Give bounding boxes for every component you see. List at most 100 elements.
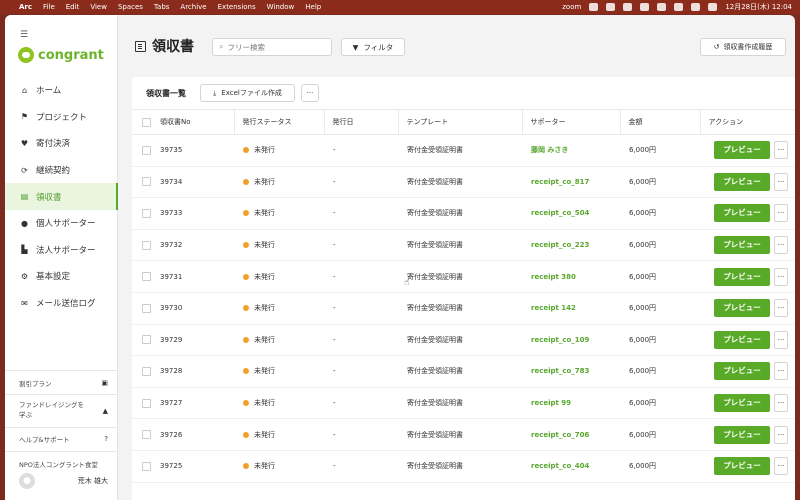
sidebar-item-person[interactable]: ● 個人サポーター [5,210,118,237]
table-row[interactable]: 39725 未発行 - 寄付金受領証明書 receipt_co_404 6,000円 プレビ… [132,450,795,483]
table-row[interactable]: 39734 未発行 - 寄付金受領証明書 receipt_co_817 6,000円 プレビ… [132,166,795,199]
supporter-link[interactable]: receipt_co_706 [531,431,589,439]
row-checkbox[interactable] [141,303,151,313]
column-header[interactable]: 領収書No [160,109,234,135]
supporter-link[interactable]: receipt_co_783 [531,367,589,375]
filter-button[interactable]: ▼ フィルタ [341,38,405,56]
row-more-button[interactable]: ··· [774,267,788,286]
row-checkbox[interactable] [141,177,151,187]
column-header[interactable]: 金額 [619,109,700,135]
table-row[interactable]: 39733 未発行 - 寄付金受領証明書 receipt_co_504 6,000円 プレビ… [132,197,795,230]
logo[interactable]: congrant [18,47,104,63]
row-more-button[interactable]: ··· [774,204,788,223]
table-row[interactable]: 39728 未発行 - 寄付金受領証明書 receipt_co_783 6,000円 プレビ… [132,355,795,388]
supporter-link[interactable]: receipt_co_404 [531,462,589,470]
sidebar-item-gear[interactable]: ⚙ 基本設定 [5,263,118,290]
row-more-button[interactable]: ··· [774,141,788,160]
supporter-link[interactable]: receipt 99 [531,399,571,407]
excel-export-button[interactable]: ⤓ Excelファイル作成 [200,84,295,102]
row-checkbox[interactable] [141,461,151,471]
preview-button[interactable]: プレビュー [714,457,770,476]
preview-button[interactable]: プレビュー [714,362,770,381]
column-header[interactable]: 発行ステータス [233,109,324,135]
sidebar-item-receipt[interactable]: ▤ 領収書 [5,183,118,210]
fundraising-link[interactable]: ファンドレイジングを学ぶ ▲ [5,394,118,427]
menu-item-window[interactable]: Window [267,3,295,11]
menu-item-edit[interactable]: Edit [66,3,80,11]
search-input[interactable] [227,42,323,52]
supporter-link[interactable]: receipt 380 [531,273,576,281]
hamburger-menu-icon[interactable]: ☰ [20,30,28,40]
menubar-clock[interactable]: 12月28日(木) 12:04 [725,2,792,12]
table-row[interactable]: 39731 未発行 - 寄付金受領証明書 receipt 380 6,000円 プレビュー ·… [132,260,795,293]
sidebar-item-home[interactable]: ⌂ ホーム [5,77,118,104]
column-header[interactable]: 発行日 [323,109,398,135]
row-checkbox[interactable] [141,398,151,408]
account-info[interactable]: NPO法人コングラント食堂 ● 荒木 雄大 [5,450,118,489]
row-more-button[interactable]: ··· [774,330,788,349]
preview-button[interactable]: プレビュー [714,299,770,318]
preview-button[interactable]: プレビュー [714,204,770,223]
tray-icon[interactable] [674,3,684,11]
supporter-link[interactable]: receipt_co_817 [531,178,589,186]
supporter-link[interactable]: receipt_co_504 [531,209,589,217]
column-header[interactable]: アクション [699,109,795,135]
menu-item-help[interactable]: Help [305,3,321,11]
sidebar-item-refresh[interactable]: ⟳ 継続契約 [5,157,118,184]
menu-item-view[interactable]: View [90,3,107,11]
row-checkbox[interactable] [141,272,151,282]
table-row[interactable]: 39726 未発行 - 寄付金受領証明書 receipt_co_706 6,000円 プレビ… [132,418,795,451]
zoom-menu-icon[interactable]: zoom [562,3,581,11]
table-row[interactable]: 39730 未発行 - 寄付金受領証明書 receipt 142 6,000円 プレビュー ·… [132,292,795,325]
row-checkbox[interactable] [141,208,151,218]
help-support-link[interactable]: ヘルプ&サポート ? [5,426,118,451]
row-checkbox[interactable] [141,335,151,345]
menu-item-file[interactable]: File [43,3,55,11]
supporter-link[interactable]: receipt 142 [531,304,576,312]
row-more-button[interactable]: ··· [774,362,788,381]
column-header[interactable]: テンプレート [397,109,522,135]
sidebar-item-mail[interactable]: ✉ メール送信ログ [5,290,118,317]
sidebar-item-building[interactable]: ▙ 法人サポーター [5,237,118,264]
tray-icon[interactable] [606,3,616,11]
row-checkbox[interactable] [141,240,151,250]
more-options-button[interactable]: ··· [301,84,319,102]
row-checkbox[interactable] [141,145,151,155]
column-header[interactable]: サポーター [521,109,620,135]
preview-button[interactable]: プレビュー [714,330,770,349]
supporter-link[interactable]: receipt_co_109 [531,336,589,344]
row-checkbox[interactable] [141,430,151,440]
menu-item-tabs[interactable]: Tabs [154,3,170,11]
search-box[interactable]: ⌕ [212,38,332,56]
row-more-button[interactable]: ··· [774,457,788,476]
table-row[interactable]: 39735 未発行 - 寄付金受領証明書 藤岡 みさき 6,000円 プレビュー ··· [132,134,795,167]
table-row[interactable]: 39727 未発行 - 寄付金受領証明書 receipt 99 6,000円 プレビュー ··… [132,387,795,420]
tray-icon[interactable] [657,3,667,11]
row-more-button[interactable]: ··· [774,425,788,444]
tray-icon[interactable] [623,3,633,11]
table-row[interactable]: 39729 未発行 - 寄付金受領証明書 receipt_co_109 6,000円 プレビ… [132,324,795,357]
preview-button[interactable]: プレビュー [714,267,770,286]
preview-button[interactable]: プレビュー [714,172,770,191]
menu-item-extensions[interactable]: Extensions [218,3,256,11]
discount-plan-link[interactable]: 割引プラン ▣ [5,370,118,394]
sidebar-item-flag[interactable]: ⚑ プロジェクト [5,104,118,131]
control-center-icon[interactable] [708,3,718,11]
sidebar-item-heart[interactable]: ♥ 寄付決済 [5,130,118,157]
receipt-history-button[interactable]: ↺ 領収書作成履歴 [700,38,786,56]
preview-button[interactable]: プレビュー [714,236,770,255]
row-more-button[interactable]: ··· [774,394,788,413]
supporter-link[interactable]: receipt_co_223 [531,241,589,249]
row-checkbox[interactable] [141,366,151,376]
row-more-button[interactable]: ··· [774,236,788,255]
tray-icon[interactable] [640,3,650,11]
preview-button[interactable]: プレビュー [714,425,770,444]
menu-item-archive[interactable]: Archive [180,3,206,11]
select-all-checkbox[interactable] [141,117,151,127]
wifi-icon[interactable] [691,3,701,11]
table-row[interactable]: 39732 未発行 - 寄付金受領証明書 receipt_co_223 6,000円 プレビ… [132,229,795,262]
supporter-link[interactable]: 藤岡 みさき [531,146,568,154]
row-more-button[interactable]: ··· [774,172,788,191]
preview-button[interactable]: プレビュー [714,394,770,413]
row-more-button[interactable]: ··· [774,299,788,318]
